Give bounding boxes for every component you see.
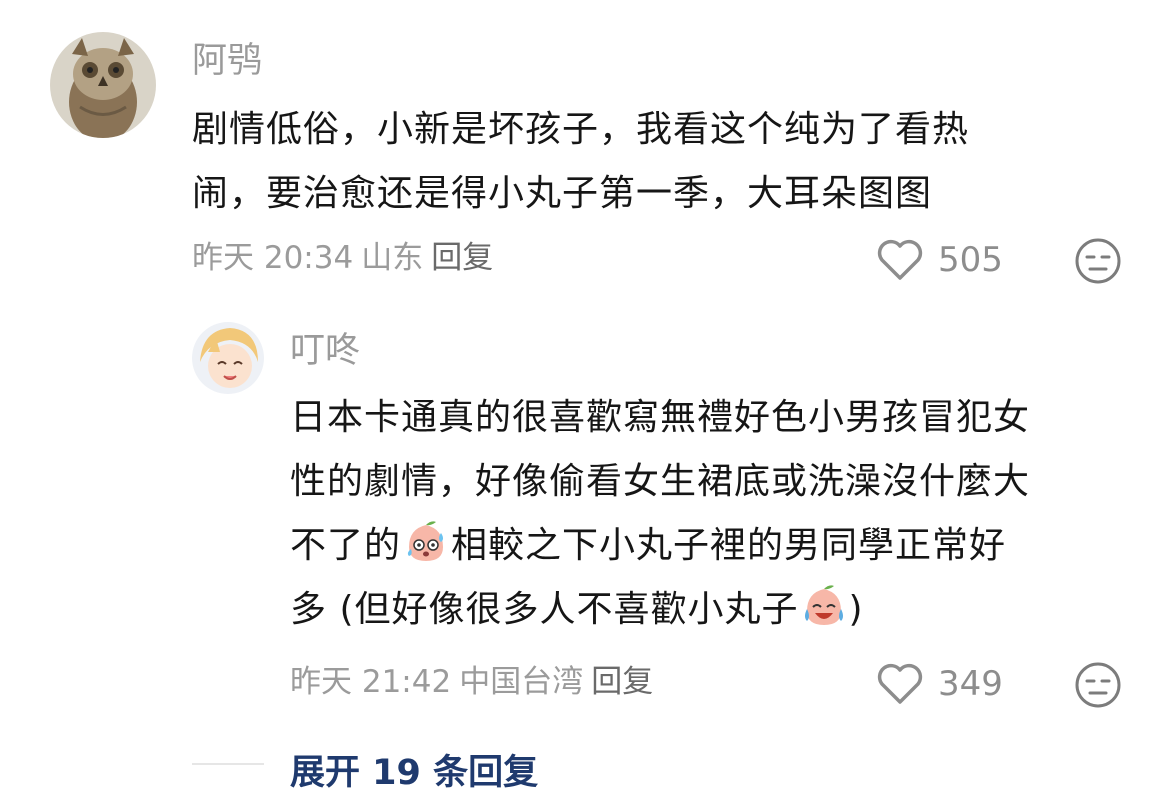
reply-text-segment: ) <box>848 589 864 630</box>
comment-text: 剧情低俗，小新是坏孩子，我看这个纯为了看热 闹，要治愈还是得小丸子第一季，大耳朵… <box>192 98 969 226</box>
heart-icon <box>877 239 923 280</box>
comment-line: 剧情低俗，小新是坏孩子，我看这个纯为了看热 <box>192 109 970 150</box>
crying-laughing-peach-emoji-icon <box>804 585 843 625</box>
neutral-face-icon[interactable] <box>1074 661 1122 709</box>
anime-boy-avatar-icon <box>192 322 264 394</box>
like-count: 505 <box>938 240 1003 280</box>
heart-icon <box>877 663 923 704</box>
avatar[interactable] <box>50 32 156 138</box>
comment-meta: 昨天 20:34 山东 回复 <box>192 243 501 274</box>
reply-button[interactable]: 回复 <box>431 240 493 276</box>
reply-text-segment: 相較之下小丸子裡的男同學正常好 <box>451 525 1007 566</box>
neutral-face-icon[interactable] <box>1074 237 1122 285</box>
reply-line: 性的劇情，好像偷看女生裙底或洗澡沒什麼大 <box>290 461 1031 502</box>
comment-username[interactable]: 阿鸮 <box>192 44 262 79</box>
owl-avatar-icon <box>50 32 156 138</box>
reply-time: 昨天 21:42 <box>290 664 452 700</box>
reply-line: 多 (但好像很多人不喜歡小丸子 ) <box>290 578 1030 642</box>
comment-time: 昨天 20:34 <box>192 240 354 276</box>
reply-meta: 昨天 21:42 中国台湾 回复 <box>290 667 661 698</box>
like-button[interactable]: 505 <box>876 238 1003 282</box>
reply-like-count: 349 <box>938 664 1003 704</box>
comment-location: 山东 <box>361 240 424 276</box>
reply-line: 不了的 相較之下小丸子裡的男同學正常好 <box>290 514 1030 578</box>
reply-reply-button[interactable]: 回复 <box>591 664 653 700</box>
comment-line: 闹，要治愈还是得小丸子第一季，大耳朵图图 <box>192 173 933 214</box>
reply-text-segment: 多 (但好像很多人不喜歡小丸子 <box>290 589 799 630</box>
reply-like-button[interactable]: 349 <box>876 662 1003 706</box>
divider <box>192 763 264 765</box>
reply-username[interactable]: 叮咚 <box>290 334 360 369</box>
reply-text: 日本卡通真的很喜歡寫無禮好色小男孩冒犯女 性的劇情，好像偷看女生裙底或洗澡沒什麼… <box>290 386 1030 642</box>
reply-line: 日本卡通真的很喜歡寫無禮好色小男孩冒犯女 <box>290 397 1031 438</box>
reply-avatar[interactable] <box>192 322 264 394</box>
reply-text-segment: 不了的 <box>290 525 402 566</box>
reply-location: 中国台湾 <box>459 664 584 700</box>
expand-replies-button[interactable]: 展开 19 条回复 <box>290 744 538 795</box>
sweating-peach-emoji-icon <box>407 521 444 561</box>
